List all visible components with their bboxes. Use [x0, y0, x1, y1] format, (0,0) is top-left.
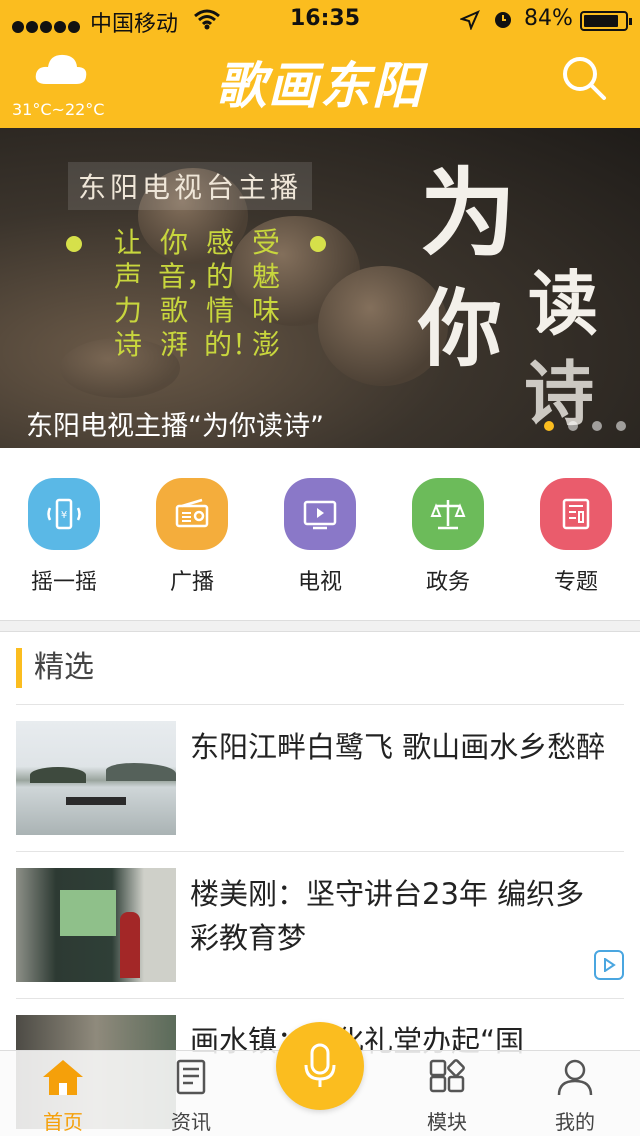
scales-icon: [412, 478, 484, 550]
phone-shake-icon: ¥: [28, 478, 100, 550]
banner-title-char: 你: [418, 279, 503, 378]
quick-nav-label: 政务: [425, 570, 470, 595]
status-time: 16:35: [290, 6, 361, 31]
news-icon: [176, 1059, 206, 1095]
quick-nav-label: 专题: [553, 570, 598, 595]
banner-title-char: 为: [420, 157, 516, 270]
tab-label: 首页: [43, 1110, 83, 1134]
home-icon: [43, 1060, 83, 1095]
quick-nav-label: 摇一摇: [30, 570, 97, 595]
poem-column: 感的情的！: [204, 226, 261, 361]
banner-dot-left: [66, 236, 82, 252]
svg-text:¥: ¥: [61, 510, 67, 521]
cloud-icon[interactable]: [34, 50, 88, 86]
news-title: 东阳江畔白鹭飞 歌山画水乡愁醉: [190, 730, 606, 764]
quick-nav-label: 电视: [297, 570, 342, 595]
battery-icon: [580, 11, 632, 31]
page-dot[interactable]: [616, 421, 626, 431]
news-thumbnail: [16, 868, 176, 982]
tab-modules[interactable]: 模块: [402, 1057, 492, 1135]
modules-icon: [429, 1059, 465, 1093]
thumbnail-detail: [106, 763, 176, 781]
tab-news[interactable]: 资讯: [146, 1057, 236, 1135]
banner-carousel[interactable]: 东阳电视台主播 让声力诗 你音，歌湃 感的情的！ 受魅味澎 为 你 读 诗 东阳…: [0, 128, 640, 448]
voice-search-button[interactable]: [276, 1022, 364, 1110]
quick-nav-shake[interactable]: ¥ 摇一摇: [16, 478, 112, 596]
video-play-icon[interactable]: [594, 950, 624, 980]
tab-profile[interactable]: 我的: [530, 1057, 620, 1135]
battery-percent: 84%: [524, 6, 573, 31]
signal-strength-icon: [12, 14, 82, 39]
banner-dot-right: [310, 236, 326, 252]
news-thumbnail: [16, 721, 176, 835]
section-divider: [0, 620, 640, 632]
banner-title-char: 读: [528, 262, 598, 345]
quick-nav-tv[interactable]: 电视: [272, 478, 368, 596]
thumbnail-detail: [60, 890, 116, 936]
poem-column: 让声力诗: [113, 226, 142, 361]
carrier-name: 中国移动: [90, 12, 179, 37]
wifi-icon: [194, 9, 220, 30]
poem-column: 受魅味澎: [251, 226, 280, 361]
tab-label: 我的: [555, 1110, 595, 1134]
location-arrow-icon: [460, 10, 480, 30]
user-icon: [557, 1059, 593, 1096]
status-bar: 中国移动 16:35 84%: [0, 0, 640, 40]
tab-home[interactable]: 首页: [18, 1057, 108, 1135]
list-item[interactable]: 楼美刚：坚守讲台23年 编织多彩教育梦: [16, 868, 624, 982]
divider: [16, 998, 624, 999]
section-title: 精选: [16, 648, 94, 688]
banner-caption: 东阳电视主播“为你读诗”: [26, 411, 324, 442]
thumbnail-detail: [66, 797, 126, 805]
divider: [16, 704, 624, 705]
quick-nav: ¥ 摇一摇 广播 电视 政务 专题: [0, 448, 640, 620]
tab-label: 资讯: [171, 1110, 211, 1134]
poem-column: 你音，歌湃: [158, 226, 215, 361]
page-dot[interactable]: [544, 421, 554, 431]
quick-nav-radio[interactable]: 广播: [144, 478, 240, 596]
microphone-icon: [304, 1043, 336, 1087]
divider: [16, 851, 624, 852]
quick-nav-government[interactable]: 政务: [400, 478, 496, 596]
banner-page-indicator[interactable]: [544, 416, 640, 435]
temperature-range: 31°C~22°C: [12, 100, 105, 119]
document-icon: [540, 478, 612, 550]
header-bar: 中国移动 16:35 84% 31°C~22°C 歌画东阳: [0, 0, 640, 128]
tab-label: 模块: [427, 1110, 467, 1134]
banner-tag: 东阳电视台主播: [68, 162, 313, 210]
search-icon[interactable]: [560, 54, 608, 102]
tv-icon: [284, 478, 356, 550]
page-dot[interactable]: [592, 421, 602, 431]
page-dot[interactable]: [568, 421, 578, 431]
list-item[interactable]: 东阳江畔白鹭飞 歌山画水乡愁醉: [16, 721, 624, 835]
thumbnail-detail: [30, 767, 86, 783]
quick-nav-special[interactable]: 专题: [528, 478, 624, 596]
news-title: 楼美刚：坚守讲台23年 编织多彩教育梦: [190, 877, 585, 955]
radio-icon: [156, 478, 228, 550]
app-logo: 歌画东阳: [216, 56, 424, 115]
alarm-icon: [495, 12, 511, 28]
quick-nav-label: 广播: [169, 570, 214, 595]
thumbnail-detail: [120, 912, 140, 978]
